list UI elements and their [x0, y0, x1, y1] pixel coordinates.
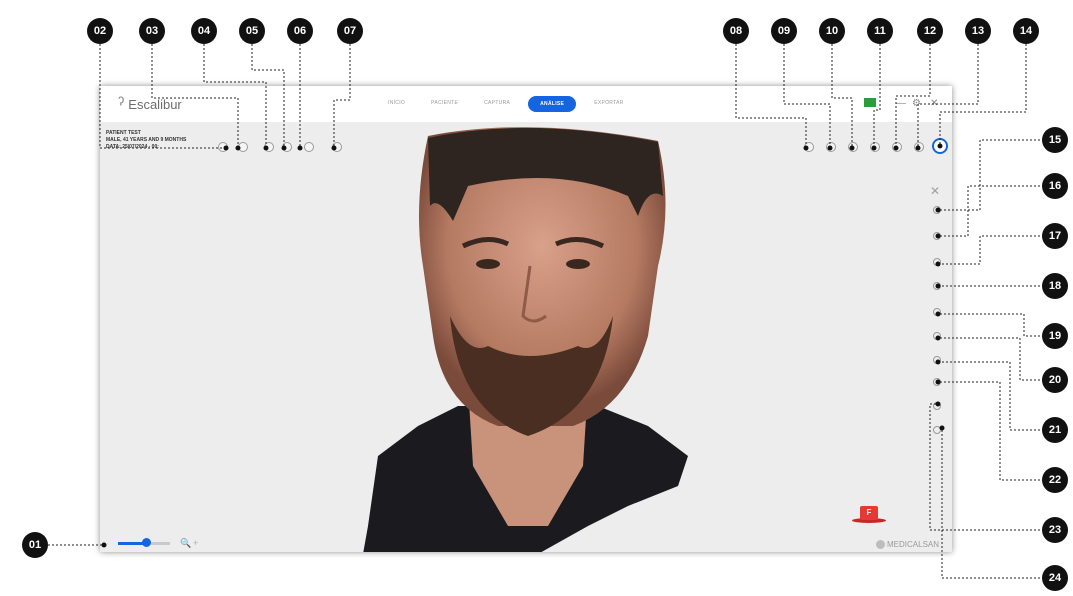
callout-marker-23: 23 — [1042, 517, 1068, 543]
callout-marker-07: 07 — [337, 18, 363, 44]
callout-marker-11: 11 — [867, 18, 893, 44]
callout-marker-08: 08 — [723, 18, 749, 44]
callout-marker-15: 15 — [1042, 127, 1068, 153]
callout-marker-16: 16 — [1042, 173, 1068, 199]
callout-marker-02: 02 — [87, 18, 113, 44]
callout-marker-10: 10 — [819, 18, 845, 44]
callout-marker-01: 01 — [22, 532, 48, 558]
callout-marker-20: 20 — [1042, 367, 1068, 393]
callout-marker-14: 14 — [1013, 18, 1039, 44]
callout-marker-09: 09 — [771, 18, 797, 44]
callout-marker-04: 04 — [191, 18, 217, 44]
callout-marker-19: 19 — [1042, 323, 1068, 349]
callout-marker-21: 21 — [1042, 417, 1068, 443]
callout-marker-06: 06 — [287, 18, 313, 44]
callout-marker-05: 05 — [239, 18, 265, 44]
callout-marker-17: 17 — [1042, 223, 1068, 249]
callout-marker-18: 18 — [1042, 273, 1068, 299]
callout-leaders — [48, 44, 1044, 579]
callout-marker-24: 24 — [1042, 565, 1068, 591]
callout-marker-03: 03 — [139, 18, 165, 44]
callout-marker-13: 13 — [965, 18, 991, 44]
callout-marker-22: 22 — [1042, 467, 1068, 493]
callout-marker-12: 12 — [917, 18, 943, 44]
